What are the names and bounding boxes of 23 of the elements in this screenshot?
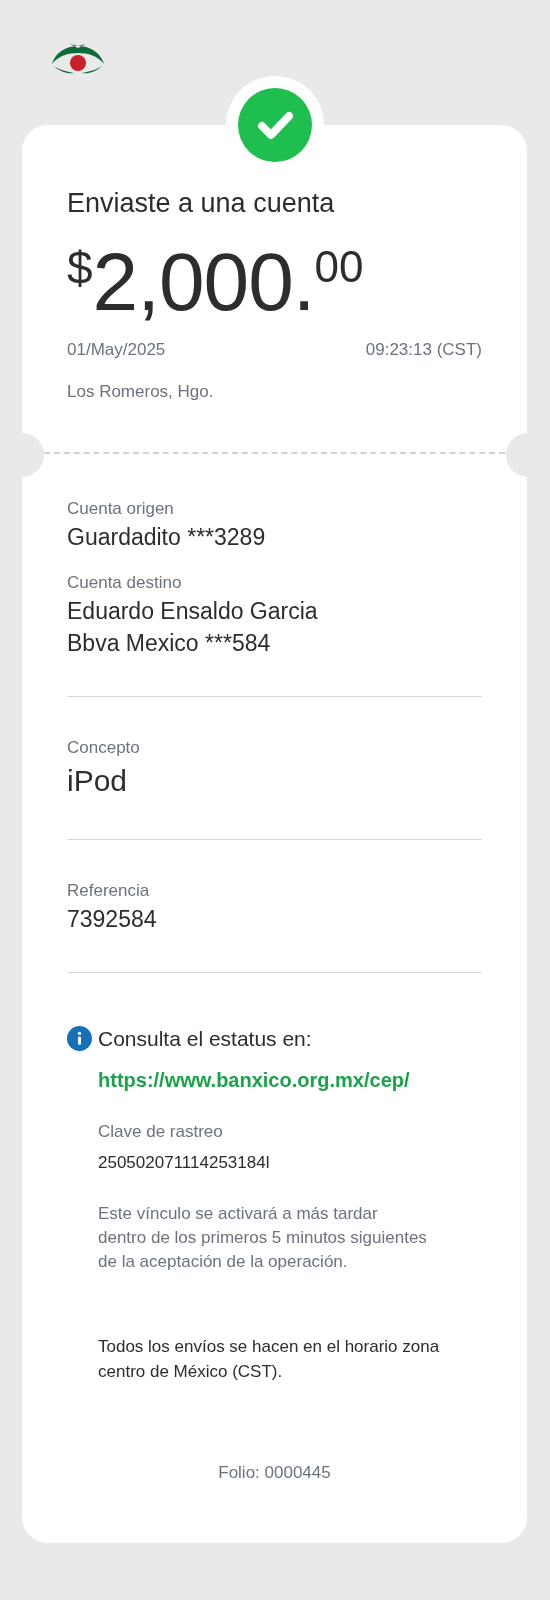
field-value: Eduardo Ensaldo Garcia [67, 597, 319, 626]
transfer-date: 01/May/2025 [67, 339, 166, 361]
field-label: Cuenta destino [67, 572, 183, 594]
receipt-title: Enviaste a una cuenta [67, 187, 336, 219]
tracking-label: Clave de rastreo [98, 1120, 224, 1143]
field-label: Concepto [67, 737, 141, 759]
amount-value: 2,000. [92, 241, 315, 323]
transfer-time: 09:23:13 (CST) [365, 339, 482, 361]
currency-symbol: $ [67, 245, 93, 291]
field-value: Bbva Mexico ***584 [67, 629, 272, 658]
amount-cents: 00 [314, 245, 364, 289]
field-label: Cuenta origen [67, 498, 175, 520]
transfer-location: Los Romeros, Hgo. [67, 380, 215, 403]
tracking-code: 250502071114253184l [98, 1152, 271, 1174]
status-text: Consulta el estatus en: [98, 1026, 312, 1052]
field-value: iPod [67, 763, 129, 799]
schedule-note: Todos los envíos se hacen en el horario zona centro de México (CST). [98, 1335, 441, 1383]
banxico-link[interactable]: https://www.banxico.org.mx/cep/ [98, 1064, 482, 1095]
activation-note: Este vínculo se activará a más tardar dentro de los primeros 5 minutos siguientes de la aceptación de la operación. [98, 1202, 428, 1273]
field-value: Guardadito ***3289 [67, 523, 267, 552]
field-label: Referencia [67, 880, 151, 902]
field-value: 7392584 [67, 905, 158, 934]
folio-number: Folio: 0000445 [217, 1461, 332, 1484]
